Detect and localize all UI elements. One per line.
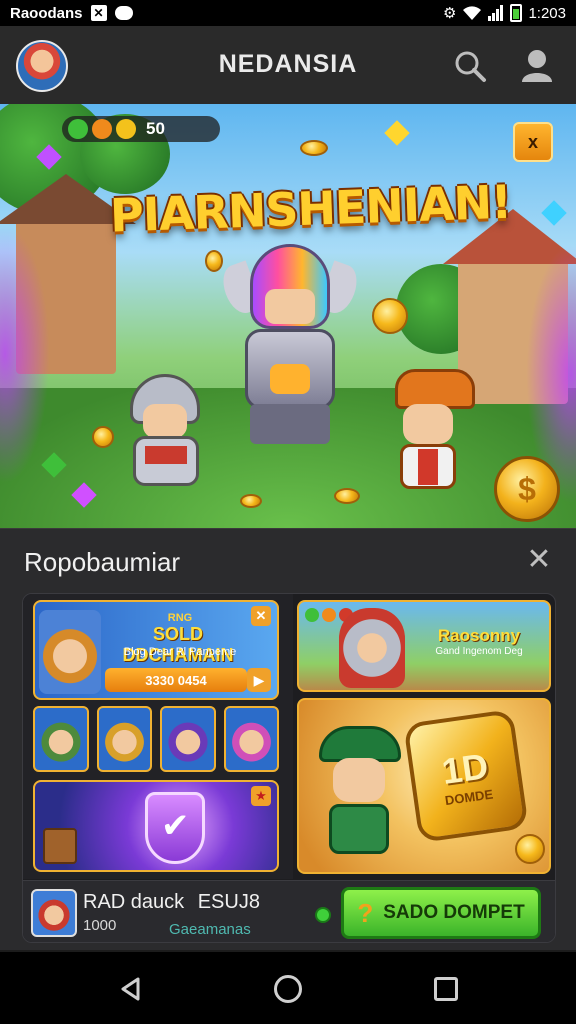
- page-title: NEDANSIA: [218, 50, 358, 78]
- signal-icon: [488, 5, 504, 21]
- card-price-bar[interactable]: 3330 0454: [105, 668, 247, 692]
- status-left-text: Raoodans: [10, 4, 83, 22]
- search-icon[interactable]: [452, 48, 488, 84]
- offer-card-shield[interactable]: ✔ ★: [33, 780, 279, 872]
- sheet-footer: RAD dauck ESUJ8 1000 Gaeamanas ? SADO DO…: [23, 880, 555, 942]
- glow-left: [0, 224, 50, 484]
- coin-icon: [300, 140, 328, 156]
- character-tile[interactable]: [160, 706, 216, 772]
- card-close-icon[interactable]: ✕: [251, 606, 271, 626]
- status-dot-icon: [315, 907, 331, 923]
- hero-close-button[interactable]: x: [513, 122, 553, 162]
- gold-coin-icon: [116, 119, 136, 139]
- cloud-icon: [114, 6, 133, 20]
- character-tiles: [33, 706, 279, 772]
- sheet-title: Ropobaumiar: [24, 547, 181, 577]
- app-bar: NEDANSIA: [0, 26, 576, 104]
- viking-portrait: [339, 608, 405, 688]
- orange-coin-icon: [322, 608, 336, 622]
- check-icon: ✔: [161, 807, 190, 845]
- character-tile[interactable]: [96, 706, 152, 772]
- coin-icon: [334, 488, 360, 504]
- coins-pill: 50: [62, 116, 220, 142]
- home-icon[interactable]: [274, 975, 302, 1003]
- status-time: 1:203: [528, 4, 566, 22]
- hero-banner[interactable]: 50 x PIARNSHENIAN! $: [0, 104, 576, 528]
- footer-extra-text: ESUJ8: [197, 891, 260, 913]
- back-icon[interactable]: [118, 976, 144, 1002]
- orange-coin-icon: [92, 119, 112, 139]
- card-subtitle: Blog Dear Rl Panpeme: [123, 646, 237, 658]
- green-gem-icon: [68, 119, 88, 139]
- gem-icon: [384, 120, 410, 146]
- kid-character: [370, 369, 480, 509]
- viking-character: [115, 374, 225, 504]
- wifi-icon: [463, 6, 482, 20]
- coins-value: 50: [146, 119, 165, 138]
- close-icon[interactable]: ✕: [524, 545, 554, 575]
- footer-name: RAD dauck ESUJ8: [83, 891, 260, 914]
- nav-bar: [0, 952, 576, 1024]
- crate-icon: [43, 828, 77, 864]
- play-icon[interactable]: ▶: [247, 668, 271, 692]
- gear-icon: ⚙: [443, 5, 457, 22]
- green-gem-icon: [305, 608, 319, 622]
- card-title: SOLD DDCHAMAIN: [122, 624, 234, 665]
- big-coin-icon: $: [494, 456, 560, 522]
- app-screen: Raoodans ✕ ⚙ 1:203 NEDANSIA 50 x PIARNSH…: [0, 0, 576, 1024]
- offer-card-viking[interactable]: Raosonny Gand Ingenom Deg: [297, 600, 551, 692]
- bottom-sheet: Ropobaumiar ✕ RNG SOLD DDCHAMAIN Blog De…: [0, 528, 576, 950]
- footer-thumbnail: [31, 889, 77, 937]
- coin-icon: [205, 250, 223, 272]
- recent-apps-icon[interactable]: [434, 977, 458, 1001]
- offers-grid: RNG SOLD DDCHAMAIN Blog Dear Rl Panpeme …: [22, 593, 556, 943]
- card-small-label: RNG: [167, 612, 193, 624]
- gold-coin-big-text: 1D: [439, 744, 491, 792]
- offer-card-gold[interactable]: RNG SOLD DDCHAMAIN Blog Dear Rl Panpeme …: [33, 600, 279, 700]
- coin-icon: [372, 298, 408, 334]
- gold-coin-badge: 1D DOMDE: [403, 708, 529, 844]
- knight-character: [215, 244, 365, 444]
- character-portrait: [39, 610, 101, 694]
- footer-count: 1000: [83, 917, 117, 934]
- offer-card-gold-coin[interactable]: 1D DOMDE: [297, 698, 551, 874]
- card-subtitle: Gand Ingenom Deg: [435, 646, 523, 657]
- coin-icon: [92, 426, 114, 448]
- right-column: Raosonny Gand Ingenom Deg 1D DOMDE: [295, 594, 555, 879]
- profile-icon[interactable]: [518, 46, 556, 84]
- cta-button[interactable]: ? SADO DOMPET: [341, 887, 541, 939]
- footer-name-text: RAD dauck: [83, 891, 185, 913]
- star-icon[interactable]: ★: [251, 786, 271, 806]
- character-tile[interactable]: [223, 706, 279, 772]
- coin-icon: [515, 834, 545, 864]
- close-box-icon: ✕: [90, 5, 107, 21]
- cta-label: SADO DOMPET: [383, 902, 525, 923]
- footer-subtitle: Gaeamanas: [169, 921, 251, 938]
- card-title: Raosonny: [437, 626, 521, 645]
- character-tile[interactable]: [33, 706, 89, 772]
- left-column: RNG SOLD DDCHAMAIN Blog Dear Rl Panpeme …: [23, 594, 293, 879]
- question-icon: ?: [357, 897, 374, 928]
- hero-title: PIARNSHENIAN!: [109, 174, 512, 243]
- status-bar: Raoodans ✕ ⚙ 1:203: [0, 0, 576, 26]
- coin-icon: [240, 494, 262, 508]
- leprechaun-character: [315, 726, 401, 866]
- battery-icon: [510, 4, 523, 22]
